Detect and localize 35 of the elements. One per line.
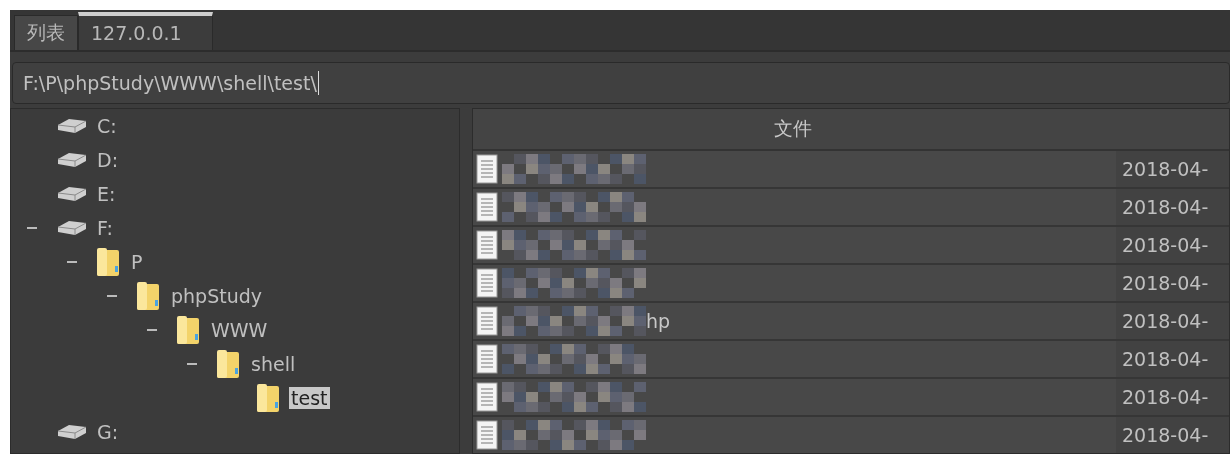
drive-icon [55,116,89,136]
date-cell: 2018-04- [1116,189,1229,225]
date-cell: 2018-04- [1116,151,1229,187]
tree-item-label[interactable]: WWW [209,319,270,341]
document-icon [476,382,498,412]
tree-item-label[interactable]: test [289,387,330,409]
path-field[interactable]: F:\P\phpStudy\WWW\shell\test\ [12,62,1230,104]
date-cell: 2018-04- [1116,265,1229,301]
document-icon [476,154,498,184]
tab[interactable]: 127.0.0.1 [78,12,213,50]
document-icon [476,192,498,222]
tree-item-label[interactable]: F: [95,217,115,239]
drive-icon [55,422,89,442]
tree-item-label[interactable]: P [129,251,145,273]
tree-item-label[interactable]: C: [95,115,119,137]
drive-icon [55,150,89,170]
document-icon [476,268,498,298]
tab[interactable]: 列表 [14,15,78,50]
date-cell: 2018-04- [1116,303,1229,339]
tree-item-label[interactable]: G: [95,421,121,443]
drive-icon [55,184,89,204]
document-icon [476,344,498,374]
tree-item-label[interactable]: shell [249,353,298,375]
document-icon [476,420,498,450]
date-cell: 2018-04- [1116,417,1229,453]
document-icon [476,306,498,336]
date-cell: 2018-04- [1116,379,1229,415]
date-cell: 2018-04- [1116,341,1229,377]
date-cell: 2018-04- [1116,227,1229,263]
drive-icon [55,218,89,238]
tree-item-label[interactable]: E: [95,183,118,205]
filename-text: hp [646,310,671,332]
document-icon [476,230,498,260]
tree-item-label[interactable]: D: [95,149,121,171]
tree-item-label[interactable]: phpStudy [169,285,265,307]
